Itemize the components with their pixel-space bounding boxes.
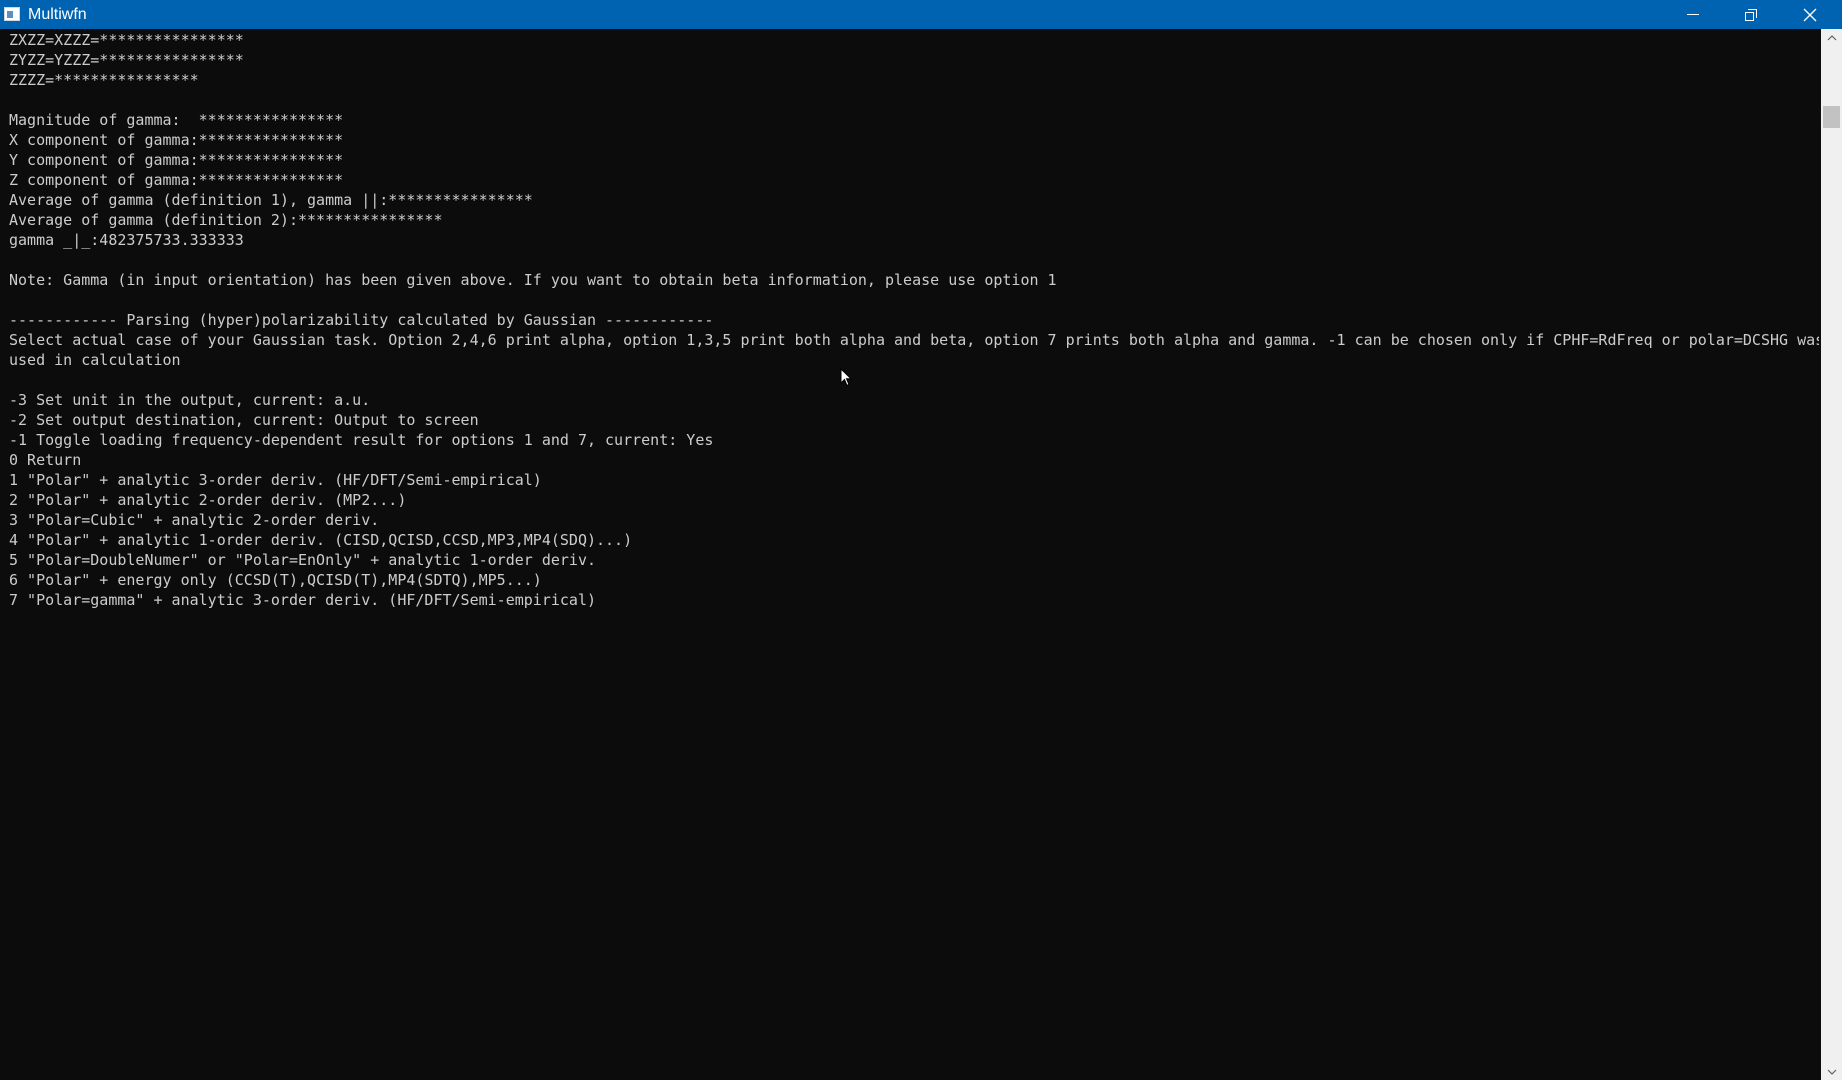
console-line: -2 Set output destination, current: Outp… [9, 411, 479, 429]
console-line: 4 "Polar" + analytic 1-order deriv. (CIS… [9, 531, 633, 549]
window-title: Multiwfn [28, 6, 87, 23]
console-line: Average of gamma (definition 1), gamma |… [9, 191, 533, 209]
scroll-up-button[interactable] [1821, 29, 1842, 46]
console-line: Y component of gamma:**************** [9, 151, 344, 169]
console-line: Note: Gamma (in input orientation) has b… [9, 271, 1057, 289]
chevron-down-icon [1827, 1069, 1836, 1075]
close-button[interactable] [1781, 0, 1839, 29]
console-line: ZZZZ=**************** [9, 71, 199, 89]
scrollbar-thumb[interactable] [1823, 105, 1840, 128]
console-line: ZYZZ=YZZZ=**************** [9, 51, 244, 69]
console-output[interactable]: ZXZZ=XZZZ=**************** ZYZZ=YZZZ=****… [9, 30, 1819, 1080]
restore-button[interactable] [1722, 0, 1780, 29]
vertical-scrollbar[interactable] [1821, 29, 1842, 1080]
console-line: Magnitude of gamma: **************** [9, 111, 344, 129]
console-line: ------------ Parsing (hyper)polarizabili… [9, 311, 714, 329]
console-line: -3 Set unit in the output, current: a.u. [9, 391, 371, 409]
title-bar[interactable]: Multiwfn [0, 0, 1842, 29]
console-window: Multiwfn ZXZZ=XZZZ=**************** ZYZZ=… [0, 0, 1842, 1080]
console-line: 1 "Polar" + analytic 3-order deriv. (HF/… [9, 471, 542, 489]
console-line: X component of gamma:**************** [9, 131, 344, 149]
restore-icon [1745, 8, 1757, 21]
console-line: Z component of gamma:**************** [9, 171, 344, 189]
close-icon [1803, 8, 1817, 21]
console-line: 6 "Polar" + energy only (CCSD(T),QCISD(T… [9, 571, 542, 589]
console-line: Average of gamma (definition 2):********… [9, 211, 443, 229]
console-line: -1 Toggle loading frequency-dependent re… [9, 431, 714, 449]
console-line: gamma _|_:482375733.333333 [9, 231, 244, 249]
console-line: 3 "Polar=Cubic" + analytic 2-order deriv… [9, 511, 380, 529]
minimize-icon [1687, 14, 1699, 15]
console-line: Select actual case of your Gaussian task… [9, 331, 1819, 349]
scroll-down-button[interactable] [1821, 1063, 1842, 1080]
chevron-up-icon [1827, 34, 1836, 40]
console-line: 7 "Polar=gamma" + analytic 3-order deriv… [9, 591, 596, 609]
console-line: ZXZZ=XZZZ=**************** [9, 31, 244, 49]
console-line: used in calculation [9, 351, 181, 369]
console-line: 0 Return [9, 451, 82, 469]
app-icon[interactable] [4, 7, 20, 21]
minimize-button[interactable] [1664, 0, 1722, 29]
console-line: 5 "Polar=DoubleNumer" or "Polar=EnOnly" … [9, 551, 596, 569]
console-line: 2 "Polar" + analytic 2-order deriv. (MP2… [9, 491, 407, 509]
mouse-cursor-icon [840, 368, 852, 387]
